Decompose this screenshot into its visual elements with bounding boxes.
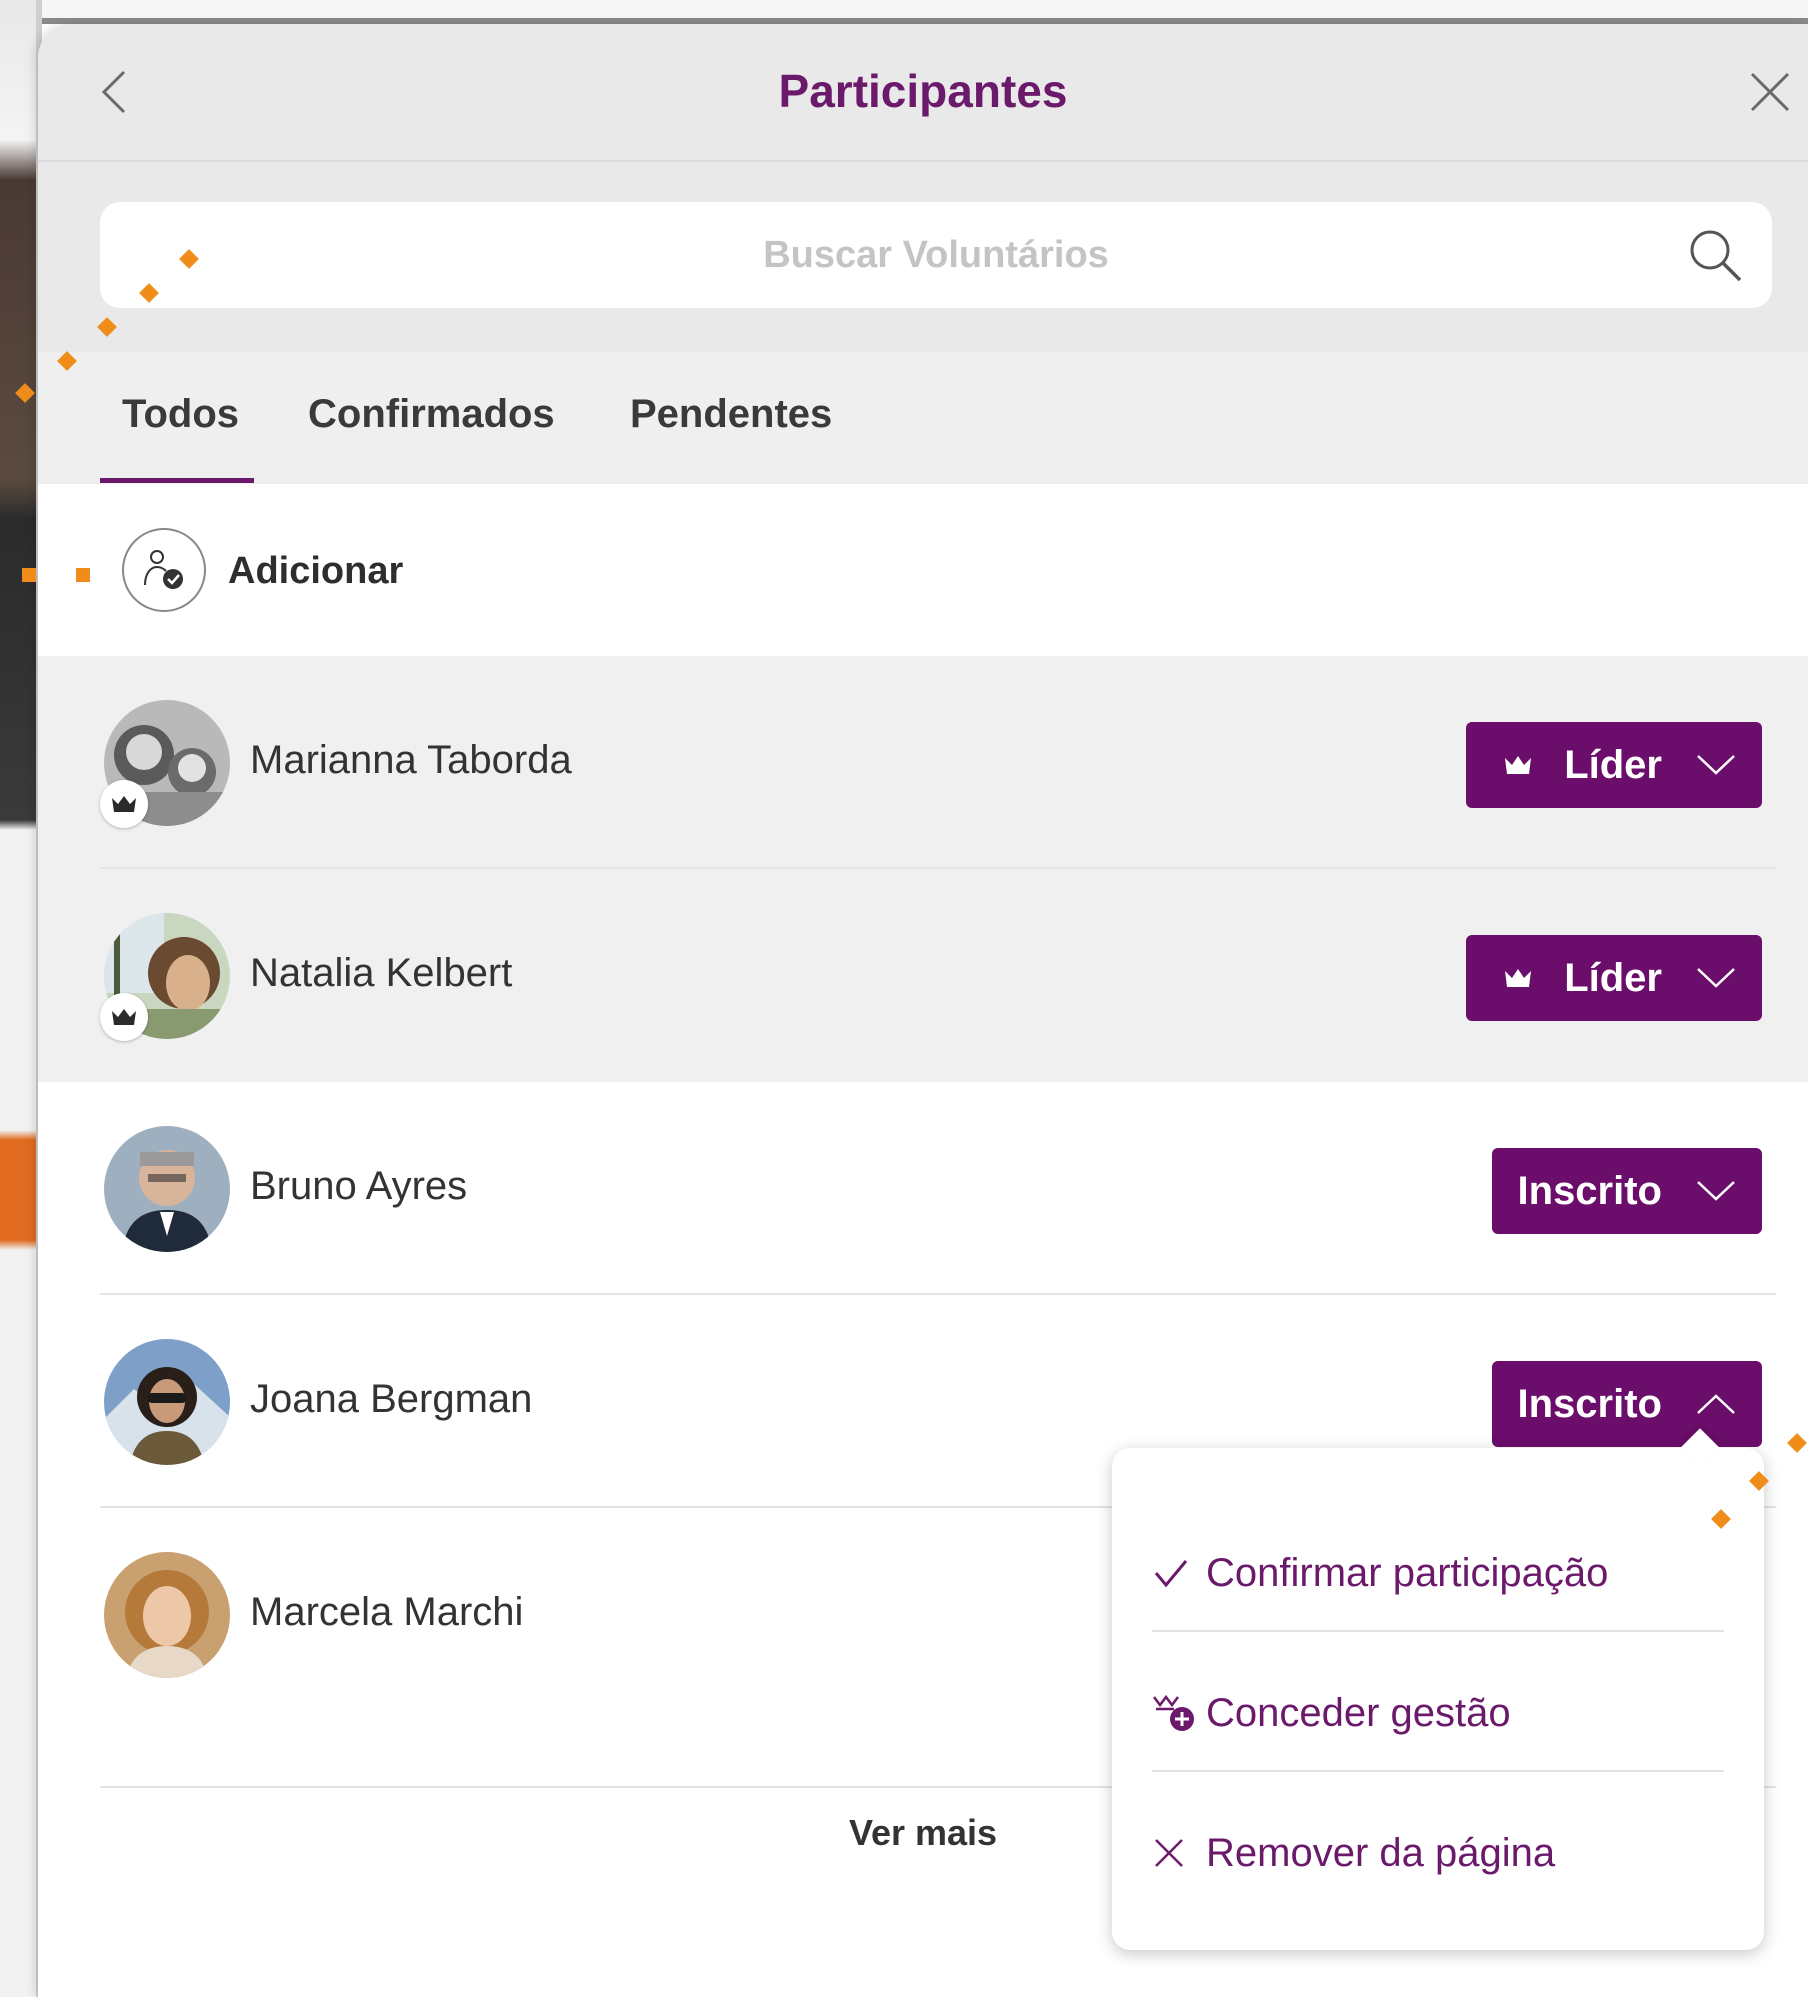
role-label: Inscrito xyxy=(1517,1381,1662,1426)
avatar xyxy=(104,1126,230,1252)
modal-header: Participantes xyxy=(38,24,1808,162)
menu-item-confirm[interactable]: Confirmar participação xyxy=(1152,1504,1724,1642)
leader-badge xyxy=(100,780,148,828)
crown-plus-icon xyxy=(1153,1694,1194,1731)
crown-icon xyxy=(1505,969,1532,987)
menu-item-label: Confirmar participação xyxy=(1206,1550,1609,1595)
search-box xyxy=(100,202,1772,308)
crown-icon xyxy=(1505,756,1532,774)
search-input[interactable] xyxy=(100,233,1772,277)
close-button[interactable] xyxy=(1742,64,1798,120)
crown-icon xyxy=(112,796,136,812)
member-row: Natalia Kelbert Líder xyxy=(38,869,1808,1082)
add-participant-row[interactable]: Adicionar xyxy=(38,484,1808,656)
modal-title: Participantes xyxy=(778,65,1068,117)
member-row: Bruno Ayres Inscrito xyxy=(38,1082,1808,1295)
role-label: Inscrito xyxy=(1517,1168,1662,1213)
add-participant-label: Adicionar xyxy=(228,550,404,592)
avatar xyxy=(104,1339,230,1465)
menu-item-grant-management[interactable]: Conceder gestão xyxy=(1152,1644,1724,1782)
chevron-down-icon xyxy=(1697,755,1735,775)
chevron-down-icon xyxy=(1697,1181,1735,1201)
chevron-up-icon xyxy=(1697,1394,1735,1414)
search-area xyxy=(38,162,1808,352)
menu-item-label: Conceder gestão xyxy=(1206,1690,1511,1735)
menu-divider xyxy=(1152,1630,1724,1632)
role-dropdown-button[interactable]: Líder xyxy=(1466,935,1762,1021)
tab-bar: Todos Confirmados Pendentes xyxy=(38,352,1808,484)
role-dropdown-button[interactable]: Inscrito xyxy=(1491,1361,1762,1447)
background-top-bar xyxy=(0,0,1808,24)
chevron-down-icon xyxy=(1697,968,1735,988)
close-icon xyxy=(1750,72,1790,112)
member-name: Marcela Marchi xyxy=(250,1590,524,1634)
menu-item-label: Remover da página xyxy=(1206,1830,1556,1875)
tab-pendentes[interactable]: Pendentes xyxy=(630,392,832,437)
search-icon[interactable] xyxy=(1686,226,1744,284)
role-dropdown-button[interactable]: Líder xyxy=(1466,722,1762,808)
background-page xyxy=(0,0,42,1997)
active-tab-indicator xyxy=(100,478,254,483)
role-actions-menu: Confirmar participação Conceder gestão R… xyxy=(1112,1428,1764,1950)
member-name: Joana Bergman xyxy=(250,1377,533,1421)
check-icon xyxy=(1154,1560,1188,1588)
menu-divider xyxy=(1152,1770,1724,1772)
menu-item-remove[interactable]: Remover da página xyxy=(1152,1784,1724,1922)
tab-todos[interactable]: Todos xyxy=(122,392,239,437)
role-label: Líder xyxy=(1564,742,1662,787)
member-name: Bruno Ayres xyxy=(250,1164,468,1208)
user-check-icon xyxy=(144,550,183,589)
role-dropdown-button[interactable]: Inscrito xyxy=(1491,1148,1762,1234)
member-name: Natalia Kelbert xyxy=(250,951,513,995)
tab-confirmados[interactable]: Confirmados xyxy=(308,392,555,437)
role-label: Líder xyxy=(1564,955,1662,1000)
x-icon xyxy=(1155,1839,1183,1867)
leader-badge xyxy=(100,993,148,1041)
avatar xyxy=(104,1552,230,1678)
add-user-button[interactable] xyxy=(122,528,206,612)
member-name: Marianna Taborda xyxy=(250,738,572,782)
crown-icon xyxy=(112,1009,136,1025)
member-row: Marianna Taborda Líder xyxy=(38,656,1808,869)
